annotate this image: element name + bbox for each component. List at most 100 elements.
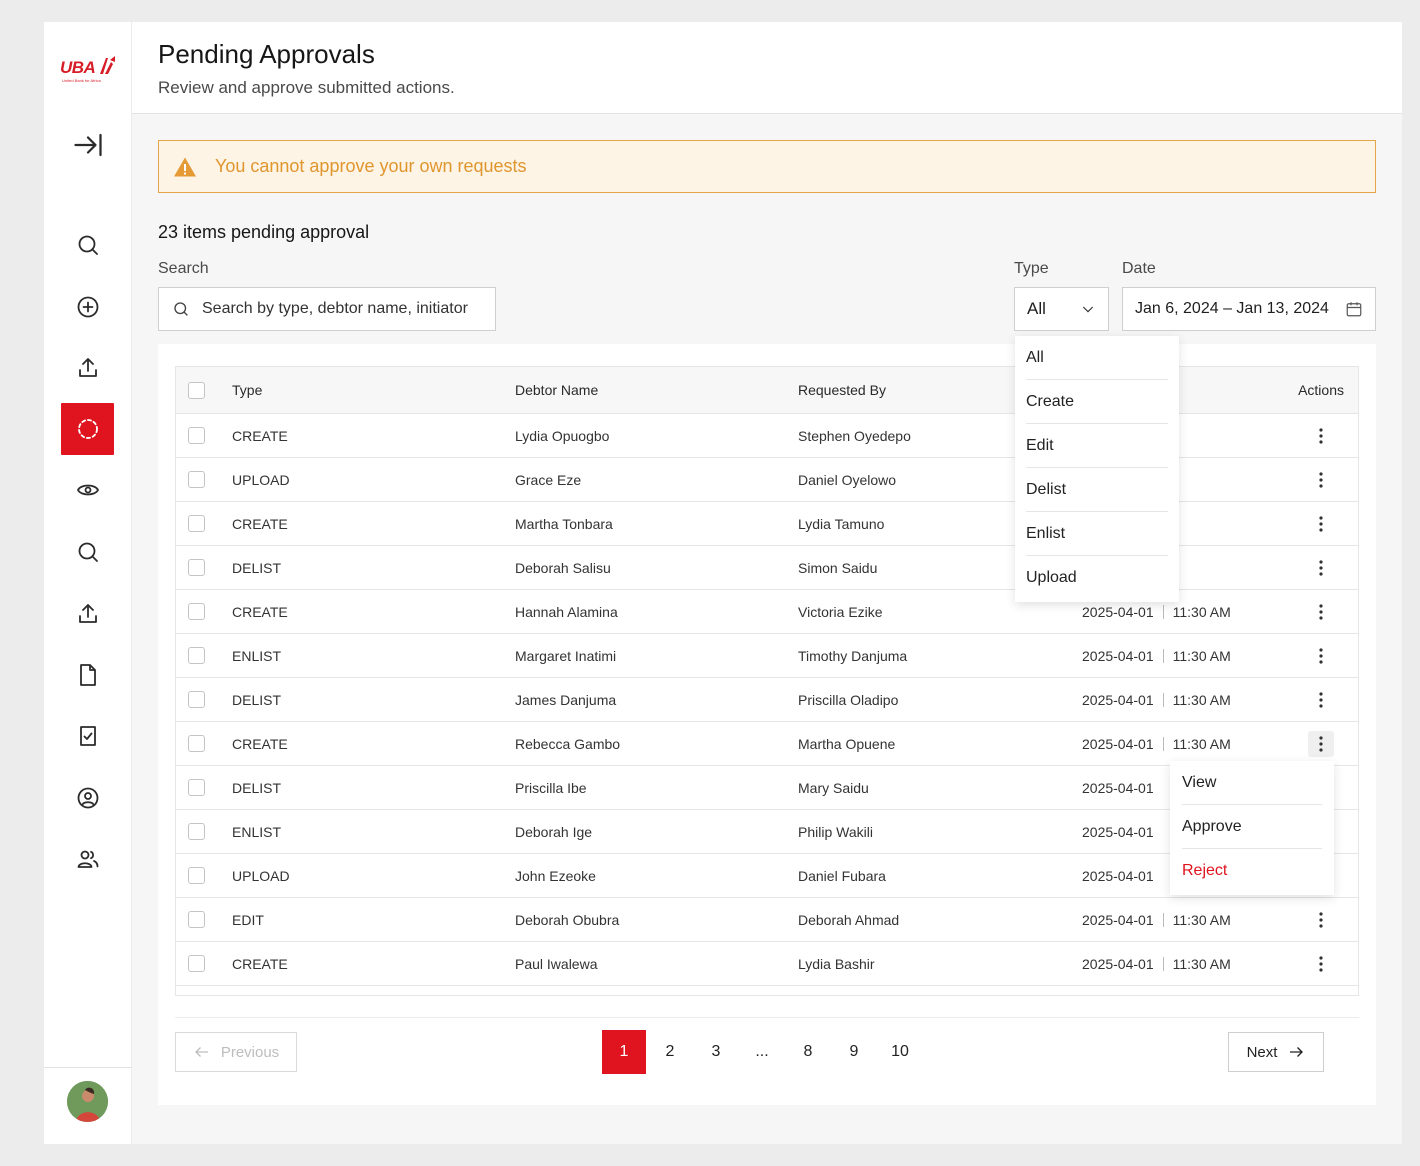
row-checkbox[interactable] bbox=[188, 779, 205, 796]
nav-documents[interactable] bbox=[61, 649, 114, 701]
row-actions-button[interactable] bbox=[1308, 730, 1334, 757]
cell-debtor-name: Deborah Ige bbox=[515, 823, 593, 840]
type-select[interactable]: All bbox=[1014, 287, 1109, 331]
row-checkbox-cell bbox=[176, 691, 232, 708]
cell-actions bbox=[1272, 511, 1358, 537]
row-checkbox[interactable] bbox=[188, 911, 205, 928]
page-number[interactable]: 10 bbox=[878, 1030, 922, 1074]
cell-date: 2025-04-01 bbox=[1082, 647, 1154, 664]
page-number[interactable]: 1 bbox=[602, 1030, 646, 1074]
row-checkbox[interactable] bbox=[188, 559, 205, 576]
cell-date: 2025-04-01 bbox=[1082, 955, 1154, 972]
cell-date: 2025-04-01 bbox=[1082, 691, 1154, 708]
table-row[interactable]: DELIST James Danjuma Priscilla Oladipo 2… bbox=[176, 678, 1358, 722]
select-all-checkbox[interactable] bbox=[188, 381, 205, 399]
nav-pending-approvals[interactable] bbox=[61, 403, 114, 455]
table-row[interactable]: CREATE Rebecca Gambo Martha Opuene 2025-… bbox=[176, 722, 1358, 766]
cell-actions bbox=[1272, 687, 1358, 713]
nav-view[interactable] bbox=[61, 464, 114, 516]
page-number[interactable]: 8 bbox=[786, 1030, 830, 1074]
page-header: Pending Approvals Review and approve sub… bbox=[132, 22, 1402, 114]
type-option[interactable]: Delist bbox=[1026, 468, 1168, 512]
row-checkbox[interactable] bbox=[188, 427, 205, 444]
pending-circle-icon bbox=[77, 419, 98, 439]
calendar-icon bbox=[1346, 302, 1362, 317]
table-row[interactable]: CREATE Lydia Opuogbo Stephen Oyedepo 11:… bbox=[176, 414, 1358, 458]
row-actions-button[interactable] bbox=[1308, 555, 1334, 581]
page-title: Pending Approvals bbox=[158, 39, 375, 69]
table-row[interactable]: CREATE Hannah Alamina Victoria Ezike 202… bbox=[176, 590, 1358, 634]
row-checkbox[interactable] bbox=[188, 471, 205, 488]
next-button[interactable]: Next bbox=[1228, 1032, 1324, 1072]
type-option[interactable]: Edit bbox=[1026, 424, 1168, 468]
search-icon bbox=[78, 542, 98, 562]
nav-search[interactable] bbox=[61, 219, 114, 271]
cell-actions bbox=[1272, 730, 1358, 757]
row-actions-button[interactable] bbox=[1308, 423, 1334, 449]
previous-button[interactable]: Previous bbox=[175, 1032, 297, 1072]
table-row[interactable]: DELIST Deborah Salisu Simon Saidu 11:30 … bbox=[176, 546, 1358, 590]
row-action-view[interactable]: View bbox=[1182, 761, 1322, 805]
cell-type: CREATE bbox=[232, 955, 288, 972]
row-checkbox[interactable] bbox=[188, 955, 205, 972]
row-checkbox[interactable] bbox=[188, 603, 205, 620]
table-row[interactable]: UPLOAD Grace Eze Daniel Oyelowo 11:30 AM bbox=[176, 458, 1358, 502]
avatar[interactable] bbox=[67, 1081, 108, 1122]
type-option[interactable]: All bbox=[1026, 336, 1168, 380]
avatar-image-icon bbox=[67, 1081, 108, 1122]
table-row[interactable]: EDIT Deborah Obubra Deborah Ahmad 2025-0… bbox=[176, 898, 1358, 942]
cell-debtor-name: Martha Tonbara bbox=[515, 515, 613, 532]
search-input[interactable] bbox=[202, 300, 492, 318]
row-checkbox[interactable] bbox=[188, 647, 205, 664]
nav-profile[interactable] bbox=[61, 772, 114, 824]
row-actions-button[interactable] bbox=[1308, 907, 1334, 933]
date-label: Date bbox=[1122, 260, 1156, 277]
page-number[interactable]: 9 bbox=[832, 1030, 876, 1074]
row-action-reject[interactable]: Reject bbox=[1182, 849, 1322, 893]
nav-create[interactable] bbox=[61, 281, 114, 333]
cell-type: CREATE bbox=[232, 603, 288, 620]
column-type[interactable]: Type bbox=[232, 382, 515, 398]
nav-search-2[interactable] bbox=[61, 526, 114, 578]
more-vertical-icon bbox=[1319, 647, 1323, 664]
row-actions-button[interactable] bbox=[1308, 467, 1334, 493]
row-actions-button[interactable] bbox=[1308, 951, 1334, 977]
search-field[interactable] bbox=[158, 287, 496, 331]
expand-sidebar-button[interactable] bbox=[61, 119, 114, 171]
nav-upload[interactable] bbox=[61, 342, 114, 394]
row-checkbox[interactable] bbox=[188, 867, 205, 884]
page-number[interactable]: 3 bbox=[694, 1030, 738, 1074]
row-actions-button[interactable] bbox=[1308, 511, 1334, 537]
table-row[interactable]: CREATE Martha Tonbara Lydia Tamuno 11:30… bbox=[176, 502, 1358, 546]
table-row[interactable]: CREATE Paul Iwalewa Lydia Bashir 2025-04… bbox=[176, 942, 1358, 986]
table-header: Type Debtor Name Requested By Actions bbox=[176, 367, 1358, 414]
table-row[interactable]: ENLIST Margaret Inatimi Timothy Danjuma … bbox=[176, 634, 1358, 678]
cell-date-time: 2025-04-01 11:30 AM bbox=[1082, 604, 1272, 620]
type-option[interactable]: Create bbox=[1026, 380, 1168, 424]
nav-approved[interactable] bbox=[61, 710, 114, 762]
page-number[interactable]: 2 bbox=[648, 1030, 692, 1074]
cell-type: EDIT bbox=[232, 911, 264, 928]
brand-logo[interactable]: UBA United Bank for Africa bbox=[60, 56, 118, 86]
row-actions-button[interactable] bbox=[1308, 643, 1334, 669]
nav-upload-2[interactable] bbox=[61, 588, 114, 640]
row-actions-button[interactable] bbox=[1308, 599, 1334, 625]
column-debtor[interactable]: Debtor Name bbox=[515, 382, 798, 398]
nav-users[interactable] bbox=[61, 833, 114, 885]
chevron-down-icon bbox=[1082, 306, 1094, 313]
row-action-approve[interactable]: Approve bbox=[1182, 805, 1322, 849]
cell-requested-by: Priscilla Oladipo bbox=[798, 691, 899, 708]
row-actions-button[interactable] bbox=[1308, 687, 1334, 713]
cell-date-time: 2025-04-01 11:30 AM bbox=[1082, 736, 1272, 752]
cell-debtor-name: Deborah Salisu bbox=[515, 559, 611, 576]
checklist-icon bbox=[79, 726, 96, 746]
type-option[interactable]: Enlist bbox=[1026, 512, 1168, 556]
cell-debtor-name: Deborah Obubra bbox=[515, 911, 620, 928]
row-checkbox[interactable] bbox=[188, 691, 205, 708]
type-option[interactable]: Upload bbox=[1026, 556, 1168, 600]
row-checkbox[interactable] bbox=[188, 823, 205, 840]
date-range-picker[interactable]: Jan 6, 2024 – Jan 13, 2024 bbox=[1122, 287, 1376, 331]
row-checkbox[interactable] bbox=[188, 515, 205, 532]
row-checkbox[interactable] bbox=[188, 735, 205, 752]
date-time-separator bbox=[1162, 604, 1164, 619]
